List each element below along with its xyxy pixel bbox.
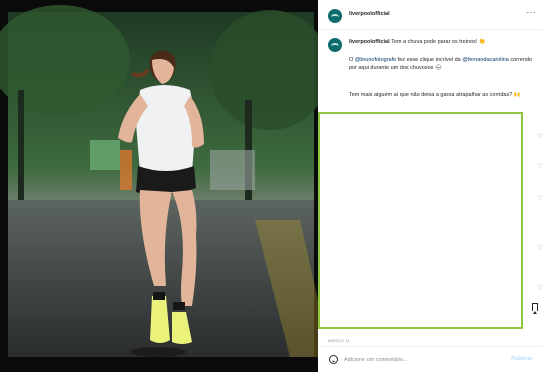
hands-emoji: 🙌 <box>513 92 521 98</box>
post-date: MARÇO 11 <box>328 338 350 343</box>
more-horizontal-icon[interactable]: ··· <box>527 8 537 17</box>
runner-photo <box>0 0 318 372</box>
post-username[interactable]: liverpoolofficial <box>349 11 390 17</box>
clap-emoji: 👏 <box>478 39 486 45</box>
caption-line2-mid: fez esse clique incrível da <box>397 57 461 63</box>
emoji-icon[interactable] <box>329 355 338 364</box>
avatar[interactable] <box>328 9 342 23</box>
bookmark-icon[interactable] <box>532 303 538 314</box>
caption-mention-photographer[interactable]: @brunofotografo <box>355 57 396 63</box>
caption-paragraph-3: Tem mais alguém aí que não deixa a garoa… <box>349 92 534 100</box>
caption-text: Tem a chuva pode parar os treinos! <box>391 39 478 45</box>
post-header: liverpoolofficial ··· <box>318 0 542 30</box>
post-photo <box>0 0 318 372</box>
rain-emoji: 🌧 <box>434 64 442 71</box>
caption-avatar[interactable] <box>328 38 342 52</box>
caption-mention-prefix: O <box>349 57 354 63</box>
caption-paragraph-2: O @brunofotografo fez esse clique incrív… <box>349 57 534 72</box>
comment-like-icon[interactable]: ♡ <box>537 284 542 291</box>
caption-username[interactable]: liverpoolofficial <box>349 39 390 45</box>
comment-like-icon[interactable]: ♡ <box>537 195 542 202</box>
highlight-box <box>318 112 523 329</box>
comment-like-icon[interactable]: ♡ <box>537 133 542 140</box>
comment-like-icon[interactable]: ♡ <box>537 163 542 170</box>
caption-question: Tem mais alguém aí que não deixa a garoa… <box>349 92 513 98</box>
comment-like-icon[interactable]: ♡ <box>537 244 542 251</box>
caption-mention-runner[interactable]: @fernandacarolina <box>462 57 509 63</box>
comment-input[interactable] <box>344 353 504 366</box>
comment-bar: Publicar <box>318 346 542 372</box>
publish-button[interactable]: Publicar <box>511 356 533 362</box>
caption-line-1: liverpoolofficial Tem a chuva pode parar… <box>349 39 534 47</box>
